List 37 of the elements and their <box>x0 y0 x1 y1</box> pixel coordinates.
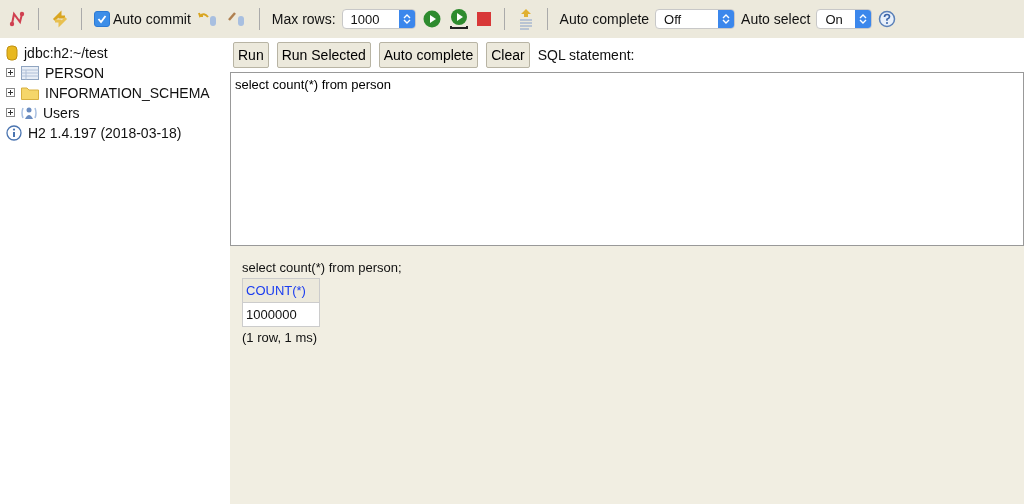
run-selected-icon[interactable] <box>447 8 470 30</box>
database-icon <box>6 44 18 61</box>
result-statement: select count(*) from person; <box>242 260 402 275</box>
tree-item[interactable]: INFORMATION_SCHEMA <box>45 84 210 101</box>
sql-statement-label: SQL statement: <box>537 47 635 63</box>
max-rows-select[interactable]: 1000 <box>341 9 416 29</box>
auto-select-label: Auto select <box>741 11 811 27</box>
max-rows-label: Max rows: <box>271 11 336 27</box>
stepper-icon <box>722 13 731 25</box>
query-button[interactable]: Auto complete <box>378 42 479 68</box>
auto-complete-select[interactable]: Off <box>655 9 736 29</box>
auto-commit-checkbox[interactable] <box>94 11 110 27</box>
folder-icon <box>21 85 39 100</box>
tree-item[interactable]: Users <box>43 104 80 121</box>
stepper-icon <box>402 13 411 25</box>
table-icon <box>21 65 39 80</box>
expand-icon[interactable] <box>6 88 15 97</box>
tree-item[interactable]: PERSON <box>45 64 105 81</box>
info-icon <box>6 124 22 141</box>
result-summary: (1 row, 1 ms) <box>242 330 318 345</box>
query-button[interactable]: Run Selected <box>276 42 371 68</box>
tree-item[interactable]: jdbc:h2:~/test <box>24 44 108 61</box>
expand-icon[interactable] <box>6 68 15 77</box>
query-button[interactable]: Run <box>233 42 269 68</box>
run-icon[interactable] <box>421 9 442 29</box>
tree-item[interactable]: H2 1.4.197 (2018-03-18) <box>28 124 182 141</box>
auto-complete-label: Auto complete <box>559 11 650 27</box>
table-cell: 1000000 <box>242 302 320 327</box>
expand-icon[interactable] <box>6 108 15 117</box>
help-icon[interactable] <box>878 10 897 28</box>
stepper-icon <box>859 13 868 25</box>
auto-commit-label: Auto commit <box>113 11 191 27</box>
stop-icon[interactable] <box>475 11 492 27</box>
auto-select-select[interactable]: On <box>816 9 873 29</box>
sql-editor[interactable]: select count(*) from person <box>230 72 1024 246</box>
query-button[interactable]: Clear <box>486 42 530 68</box>
column-header[interactable]: COUNT(*) <box>242 278 320 303</box>
